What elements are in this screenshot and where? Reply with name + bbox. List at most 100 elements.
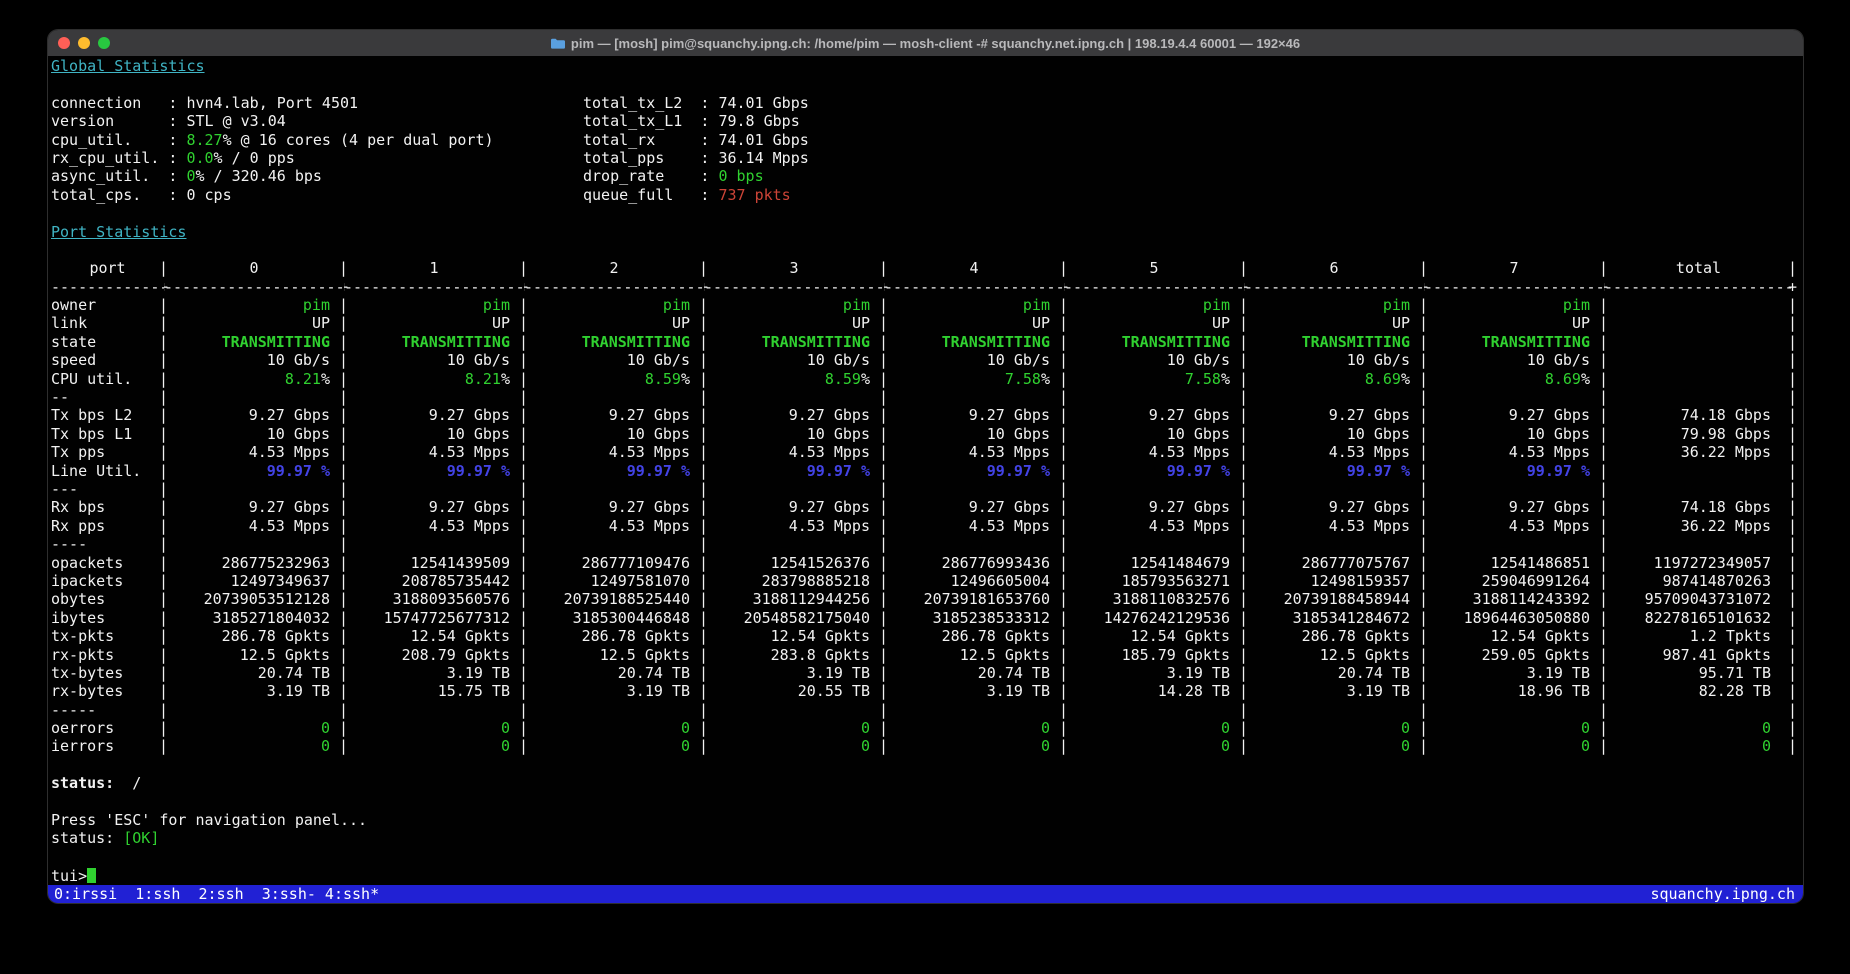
status-ok-line: status:[OK] (51, 829, 1803, 847)
column-separator: | (339, 572, 348, 590)
cell-value: 4.53 Mpps (1149, 443, 1230, 461)
cell-value: 4.53 Mpps (789, 517, 870, 535)
prompt-label: tui> (51, 867, 87, 885)
cell-port-1: |10 Gbps (344, 425, 524, 443)
stat-total-pps: total_pps: 36.14 Mpps (583, 149, 809, 167)
close-button[interactable] (58, 37, 70, 49)
cell-port-3: |4.53 Mpps (704, 517, 884, 535)
column-separator: | (1059, 370, 1068, 388)
cell-value: 14276242129536 (1104, 609, 1230, 627)
row-label: Tx bps L2 (51, 406, 164, 424)
cell-value: 4.53 Mpps (1149, 517, 1230, 535)
column-separator: | (519, 296, 528, 314)
cell-value: 286777109476 (582, 554, 690, 572)
column-separator: | (879, 333, 888, 351)
cell-value: 0 (1401, 719, 1410, 737)
column-separator: | (699, 646, 708, 664)
column-separator: | (159, 719, 168, 737)
cell-port-5: |14.28 TB (1064, 682, 1244, 700)
table-row-cpu-util: CPU util.|8.21%|8.21%|8.59%|8.59%|7.58%|… (51, 370, 1793, 388)
cell-port-7: |0 (1424, 719, 1604, 737)
column-separator: | (699, 314, 708, 332)
cell-value: 10 Gb/s (1347, 351, 1410, 369)
cell-value: TRANSMITTING (222, 333, 330, 351)
cell-value: 10 Gbps (267, 425, 330, 443)
status-spinner: / (132, 774, 141, 792)
cell-value: 4.53 Mpps (1329, 517, 1410, 535)
cell-value: 10 Gb/s (1527, 351, 1590, 369)
column-separator: | (699, 480, 708, 498)
tmux-window-list[interactable]: 0:irssi 1:ssh 2:ssh 3:ssh- 4:ssh* (54, 885, 379, 903)
stat-colon: : (168, 131, 186, 149)
stat-label: drop_rate (583, 167, 700, 185)
column-separator: | (1599, 535, 1608, 553)
cell-value: UP (1212, 314, 1230, 332)
titlebar[interactable]: pim — [mosh] pim@squanchy.ipng.ch: /home… (48, 30, 1803, 56)
column-separator: | (1419, 314, 1428, 332)
cell-value: 3.19 TB (1527, 664, 1590, 682)
cell-port-0: |10 Gb/s (164, 351, 344, 369)
minimize-button[interactable] (78, 37, 90, 49)
cell-total: |36.22 Mpps (1604, 443, 1793, 461)
cell-value: 3.19 TB (987, 682, 1050, 700)
column-separator: | (1419, 701, 1428, 719)
column-separator: | (1059, 719, 1068, 737)
column-separator: | (1059, 388, 1068, 406)
row-label-text: owner (51, 296, 96, 314)
row-label-text: ierrors (51, 737, 114, 755)
column-separator: | (699, 333, 708, 351)
cell-port-0: |20739053512128 (164, 590, 344, 608)
cell-port-5: | (1064, 535, 1244, 553)
cell-port-6: |4.53 Mpps (1244, 517, 1424, 535)
column-separator: | (1599, 664, 1608, 682)
cell-value: 259046991264 (1482, 572, 1590, 590)
cell-port-3: |20548582175040 (704, 609, 884, 627)
blank-line (51, 204, 1803, 222)
cell-value: 0 (321, 719, 330, 737)
column-separator: | (1419, 572, 1428, 590)
stat-value: 79.8 Gbps (718, 112, 799, 130)
cell-total: |987.41 Gpkts (1604, 646, 1793, 664)
cell-port-2: |pim (524, 296, 704, 314)
cell-value: pim (1023, 296, 1050, 314)
cell-value: 3185271804032 (213, 609, 330, 627)
column-separator: | (1059, 351, 1068, 369)
blank-line (51, 75, 1803, 93)
column-separator: | (879, 406, 888, 424)
cell-port-4: |9.27 Gbps (884, 406, 1064, 424)
column-separator: | (519, 517, 528, 535)
column-separator: | (159, 682, 168, 700)
column-separator: | (339, 609, 348, 627)
cell-value: 1197272349057 (1654, 554, 1771, 572)
column-separator: | (339, 590, 348, 608)
cell-port-0: |12497349637 (164, 572, 344, 590)
cell-port-7: | (1424, 535, 1604, 553)
cell-value: 99.97 % (987, 462, 1050, 480)
column-separator: | (699, 406, 708, 424)
cell-value: 15.75 TB (438, 682, 510, 700)
column-separator: | (879, 554, 888, 572)
column-separator: | (1059, 425, 1068, 443)
cell-value: 10 Gb/s (1167, 351, 1230, 369)
stat-version: version: STL @ v3.04 (51, 112, 286, 130)
cell-value: 9.27 Gbps (1149, 498, 1230, 516)
cell-value: 20739188525440 (564, 590, 690, 608)
column-separator: | (159, 535, 168, 553)
row-label-text: rx-bytes (51, 682, 123, 700)
column-separator: | (519, 701, 528, 719)
zoom-button[interactable] (98, 37, 110, 49)
column-separator: | (159, 646, 168, 664)
cell-value: 74.18 Gbps (1681, 406, 1771, 424)
column-separator: | (1788, 480, 1797, 498)
global-stat-line: connection: hvn4.lab, Port 4501total_tx_… (51, 94, 1803, 112)
column-separator: | (1239, 498, 1248, 516)
command-prompt-line[interactable]: tui> (51, 866, 1803, 884)
column-separator: | (879, 388, 888, 406)
column-separator: | (159, 627, 168, 645)
cell-port-7: |pim (1424, 296, 1604, 314)
cell-total: | (1604, 480, 1793, 498)
column-separator: | (159, 388, 168, 406)
row-label-text: Tx bps L2 (51, 406, 132, 424)
cell-port-5: | (1064, 701, 1244, 719)
cell-value: 12541486851 (1491, 554, 1590, 572)
